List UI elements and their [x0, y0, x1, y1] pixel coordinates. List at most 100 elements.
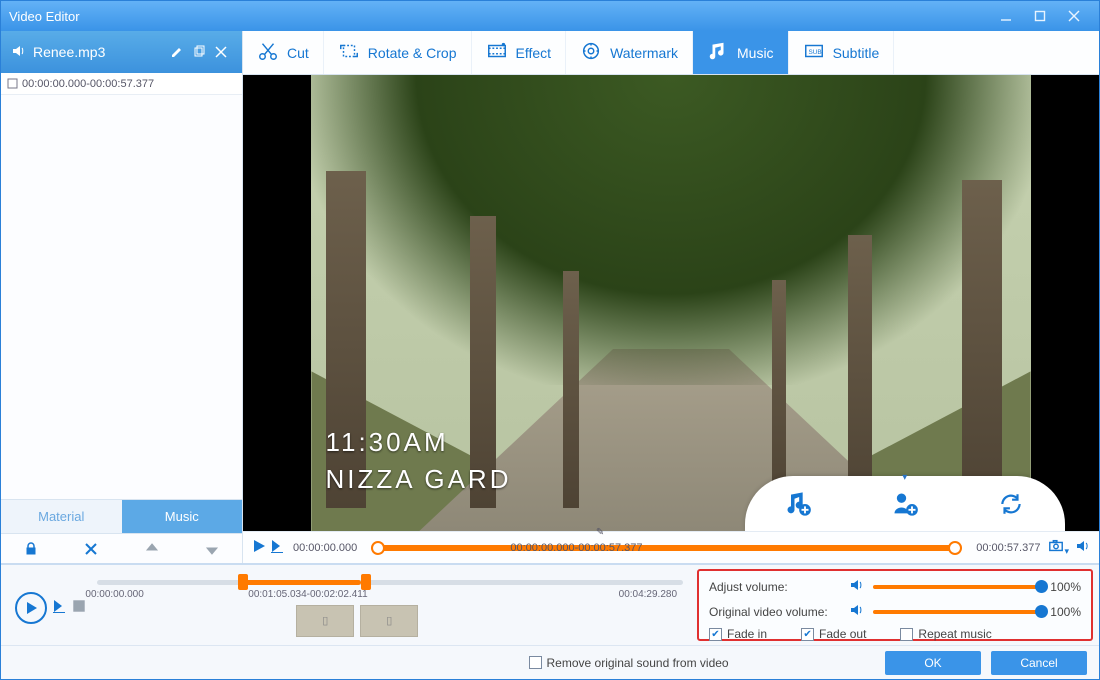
scene-tree — [772, 280, 786, 508]
tool-rotate-crop-label: Rotate & Crop — [368, 45, 457, 61]
tool-subtitle-label: Subtitle — [833, 45, 880, 61]
footer: 00:00:00.000 00:01:05.034-00:02:02.411 0… — [1, 563, 1099, 679]
sidebar-file-name: Renee.mp3 — [33, 44, 166, 60]
watermark-icon — [580, 40, 602, 65]
original-volume-slider[interactable] — [873, 610, 1042, 614]
clip-thumbnail[interactable]: ▯ — [296, 605, 354, 637]
sidebar-tools — [1, 533, 242, 563]
cancel-button[interactable]: Cancel — [991, 651, 1087, 675]
repeat-music-label: Repeat music — [918, 627, 991, 641]
lower-track-labels: 00:00:00.000 00:01:05.034-00:02:02.411 0… — [97, 589, 683, 601]
window-title: Video Editor — [9, 9, 989, 24]
app-window: Video Editor Renee.mp3 00:00:00.000-00:0… — [0, 0, 1100, 680]
timeline-range-label: 00:00:00.000-00:00:57.377 — [510, 542, 642, 554]
remove-icon[interactable] — [79, 537, 103, 561]
repeat-music-checkbox[interactable]: Repeat music — [900, 627, 991, 641]
original-volume-value: 100% — [1050, 605, 1081, 619]
fade-out-label: Fade out — [819, 627, 866, 641]
footer-bottom-row: Remove original sound from video OK Canc… — [1, 645, 1099, 679]
remove-original-sound-label: Remove original sound from video — [547, 656, 729, 670]
music-options-row: ✔Fade in ✔Fade out Repeat music — [709, 627, 1081, 641]
scene-canopy — [311, 75, 1030, 385]
preview-caption: 11:30AM NIZZA GARD — [325, 427, 511, 495]
close-button[interactable] — [1057, 1, 1091, 31]
timeline-start-handle[interactable] — [371, 541, 385, 555]
tool-cut[interactable]: Cut — [243, 31, 324, 74]
add-music-button[interactable] — [778, 484, 818, 524]
right-pane: Cut Rotate & Crop Effect Watermark Music — [243, 31, 1099, 563]
original-volume-icon[interactable] — [849, 602, 865, 621]
original-volume-row: Original video volume: 100% — [709, 602, 1081, 621]
snapshot-button[interactable]: ▾ — [1048, 538, 1069, 557]
subtitle-icon: SUB — [803, 40, 825, 65]
lower-timeline: 00:00:00.000 00:01:05.034-00:02:02.411 0… — [1, 565, 697, 645]
main-row: Renee.mp3 00:00:00.000-00:00:57.377 Mate… — [1, 31, 1099, 563]
lower-play-from-start-button[interactable] — [51, 598, 67, 619]
tool-rotate-crop[interactable]: Rotate & Crop — [324, 31, 472, 74]
lower-play-controls — [15, 592, 87, 624]
tab-material[interactable]: Material — [1, 500, 122, 533]
tool-watermark[interactable]: Watermark — [566, 31, 693, 74]
ok-button[interactable]: OK — [885, 651, 981, 675]
slider-knob[interactable] — [1035, 605, 1048, 618]
tool-music[interactable]: Music — [693, 31, 789, 74]
adjust-volume-slider[interactable] — [873, 585, 1042, 589]
sidebar-header: Renee.mp3 — [1, 31, 242, 73]
lower-thumbnails: ▯ ▯ — [296, 605, 683, 637]
sidebar-close-icon[interactable] — [210, 46, 232, 58]
play-from-start-button[interactable] — [269, 538, 285, 557]
edit-icon[interactable] — [166, 45, 188, 59]
original-volume-label: Original video volume: — [709, 605, 841, 619]
caption-line1: 11:30AM — [325, 427, 511, 458]
timeline-end-label: 00:00:57.377 — [976, 542, 1040, 554]
preview-scene: 11:30AM NIZZA GARD — [311, 75, 1030, 531]
add-voice-button[interactable] — [885, 484, 925, 524]
timeline-start-label: 00:00:00.000 — [293, 542, 357, 554]
fade-in-checkbox[interactable]: ✔Fade in — [709, 627, 767, 641]
rotate-crop-icon — [338, 40, 360, 65]
lower-stop-button[interactable] — [71, 598, 87, 619]
maximize-button[interactable] — [1023, 1, 1057, 31]
sidebar-tabs: Material Music — [1, 499, 242, 533]
sidebar-clip-entry[interactable]: 00:00:00.000-00:00:57.377 — [1, 73, 242, 95]
refresh-button[interactable] — [991, 484, 1031, 524]
lower-track[interactable] — [97, 580, 683, 585]
timeline-end-handle[interactable] — [948, 541, 962, 555]
tool-effect[interactable]: Effect — [472, 31, 567, 74]
move-up-icon[interactable] — [140, 537, 164, 561]
sidebar-clip-range: 00:00:00.000-00:00:57.377 — [22, 78, 154, 90]
tool-subtitle[interactable]: SUB Subtitle — [789, 31, 895, 74]
move-down-icon[interactable] — [200, 537, 224, 561]
chevron-down-icon[interactable]: ▾ — [902, 472, 907, 483]
play-button[interactable] — [251, 538, 267, 557]
scene-tree — [962, 180, 1002, 508]
remove-original-sound-checkbox[interactable]: Remove original sound from video — [529, 656, 729, 670]
cut-icon — [257, 40, 279, 65]
tool-cut-label: Cut — [287, 45, 309, 61]
footer-upper-row: 00:00:00.000 00:01:05.034-00:02:02.411 0… — [1, 565, 1099, 645]
copy-icon[interactable] — [188, 45, 210, 59]
tool-music-label: Music — [737, 45, 774, 61]
timeline-track[interactable]: ✎ — [371, 545, 962, 551]
lock-icon[interactable] — [19, 537, 43, 561]
preview-side-controls: ▾ — [1048, 538, 1091, 557]
lower-tseg: 00:01:05.034-00:02:02.411 — [248, 589, 367, 600]
volume-button[interactable] — [1075, 538, 1091, 557]
tool-watermark-label: Watermark — [610, 45, 678, 61]
adjust-volume-icon[interactable] — [849, 577, 865, 596]
adjust-volume-value: 100% — [1050, 580, 1081, 594]
lower-track-marker-end[interactable] — [361, 574, 371, 590]
clip-thumbnail[interactable]: ▯ — [360, 605, 418, 637]
tab-music[interactable]: Music — [122, 500, 243, 533]
fade-out-checkbox[interactable]: ✔Fade out — [801, 627, 866, 641]
title-bar: Video Editor — [1, 1, 1099, 31]
slider-knob[interactable] — [1035, 580, 1048, 593]
speaker-icon — [11, 43, 27, 62]
lower-track-group: 00:00:00.000 00:01:05.034-00:02:02.411 0… — [97, 580, 683, 637]
preview-timeline: 00:00:00.000 ✎ 00:00:00.000-00:00:57.377… — [243, 531, 1099, 563]
video-preview[interactable]: 11:30AM NIZZA GARD ▾ — [243, 75, 1099, 531]
lower-track-marker-start[interactable] — [238, 574, 248, 590]
minimize-button[interactable] — [989, 1, 1023, 31]
lower-play-button[interactable] — [15, 592, 47, 624]
effect-icon — [486, 40, 508, 65]
